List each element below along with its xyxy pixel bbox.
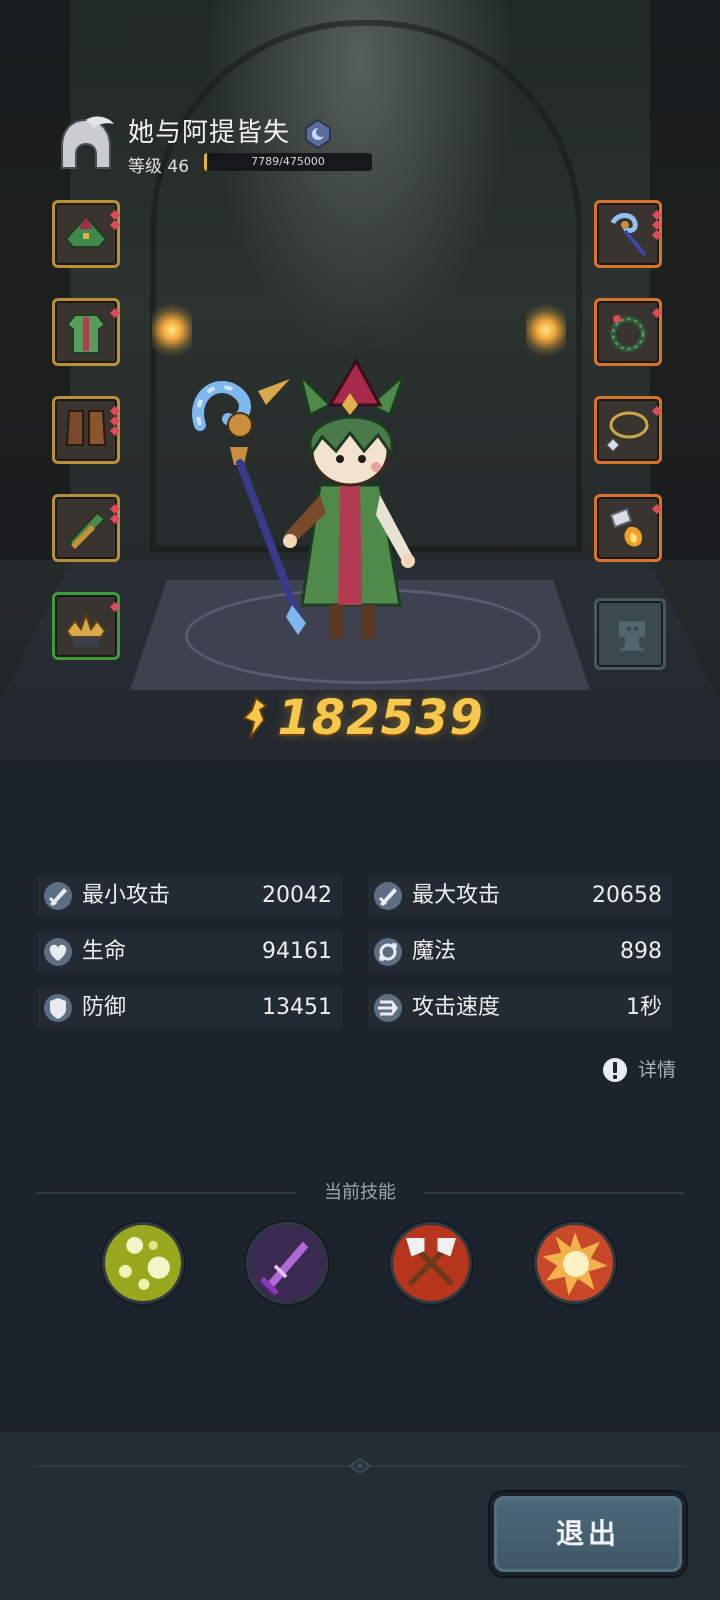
empty-slot-icon — [619, 621, 645, 651]
gem-icon — [110, 597, 120, 612]
right-wall — [650, 0, 720, 560]
combat-power: 182539 — [0, 690, 720, 760]
crown-icon — [65, 612, 107, 647]
crossed-axes-icon — [393, 1225, 469, 1301]
power-icon — [242, 696, 268, 739]
boots-icon — [65, 410, 107, 446]
stat-value: 20042 — [262, 883, 332, 908]
sword-icon — [44, 882, 72, 910]
stat-label: 生命 — [82, 939, 127, 964]
stat-hp: 生命 94161 — [38, 930, 342, 974]
stat-value: 13451 — [262, 995, 332, 1020]
poison-bubbles-icon — [105, 1225, 181, 1301]
stat-label: 魔法 — [412, 939, 457, 964]
torch-left — [152, 300, 192, 360]
shield-icon — [44, 994, 72, 1022]
player-helmet-icon — [61, 116, 114, 169]
equip-slot-empty[interactable] — [594, 598, 666, 670]
gem-icon — [652, 303, 662, 318]
stat-attack-speed: 攻击速度 1秒 — [368, 986, 672, 1030]
gem-icon — [652, 205, 662, 220]
combat-power-value: 182539 — [277, 690, 484, 746]
character-avatar — [192, 357, 415, 639]
ring-icon — [610, 315, 646, 352]
stat-min-attack: 最小攻击 20042 — [38, 874, 342, 918]
gem-icon — [110, 303, 120, 318]
gem-icon — [652, 225, 662, 240]
stat-label: 攻击速度 — [412, 995, 501, 1020]
info-icon — [603, 1058, 627, 1082]
equip-slot-hat[interactable] — [52, 200, 120, 268]
left-wall — [0, 0, 70, 560]
stat-value: 94161 — [262, 939, 332, 964]
staff-icon — [610, 213, 647, 257]
skill-poison-bubbles[interactable] — [102, 1222, 184, 1304]
gem-icon — [652, 401, 662, 416]
stat-label: 最大攻击 — [412, 883, 501, 908]
equip-slot-gloves[interactable] — [52, 494, 120, 562]
exp-bar: 7789/475000 — [204, 153, 372, 171]
speed-icon — [374, 994, 402, 1022]
purple-blade-icon — [249, 1225, 325, 1301]
gloves-icon — [67, 511, 107, 549]
stat-value: 1秒 — [626, 995, 662, 1020]
gem-icon — [110, 401, 120, 416]
fire-charm-icon — [609, 507, 643, 547]
level-label: 等级 46 — [128, 157, 190, 177]
sword-icon — [374, 882, 402, 910]
gem-icon — [652, 499, 662, 514]
explosion-icon — [537, 1225, 613, 1301]
torch-right — [526, 300, 566, 360]
robe-icon — [65, 314, 107, 354]
exit-button[interactable]: 退出 — [490, 1492, 686, 1576]
equip-slot-ring[interactable] — [594, 298, 662, 366]
player-header: 她与阿提皆失 等级 46 7789/475000 — [54, 108, 384, 178]
skills-title: 当前技能 — [324, 1182, 396, 1203]
gem-icon — [110, 509, 120, 524]
gem-icon — [110, 421, 120, 436]
ornament-icon — [348, 1457, 372, 1475]
gem-icon — [110, 499, 120, 514]
player-name: 她与阿提皆失 — [128, 118, 291, 148]
stat-mp: 魔法 898 — [368, 930, 672, 974]
equip-slot-staff[interactable] — [594, 200, 662, 268]
class-badge-icon — [305, 118, 331, 150]
stat-max-attack: 最大攻击 20658 — [368, 874, 672, 918]
stat-label: 防御 — [82, 995, 127, 1020]
hat-icon — [64, 215, 108, 248]
exp-text: 7789/475000 — [251, 155, 325, 168]
necklace-icon — [606, 411, 649, 452]
stat-label: 最小攻击 — [82, 883, 171, 908]
stat-value: 898 — [620, 939, 662, 964]
magic-icon — [374, 938, 402, 966]
details-label: 详情 — [638, 1059, 677, 1081]
heart-icon — [44, 938, 72, 966]
equip-slot-necklace[interactable] — [594, 396, 662, 464]
equip-slot-charm[interactable] — [594, 494, 662, 562]
stat-defense: 防御 13451 — [38, 986, 342, 1030]
skill-crossed-axes[interactable] — [390, 1222, 472, 1304]
skill-purple-blade[interactable] — [246, 1222, 328, 1304]
gem-icon — [110, 411, 120, 426]
gem-icon — [110, 205, 120, 220]
gem-icon — [652, 215, 662, 230]
equip-slot-robe[interactable] — [52, 298, 120, 366]
stat-value: 20658 — [592, 883, 662, 908]
equip-slot-crown[interactable] — [52, 592, 120, 660]
gem-icon — [110, 215, 120, 230]
equip-slot-boots[interactable] — [52, 396, 120, 464]
skill-explosion[interactable] — [534, 1222, 616, 1304]
